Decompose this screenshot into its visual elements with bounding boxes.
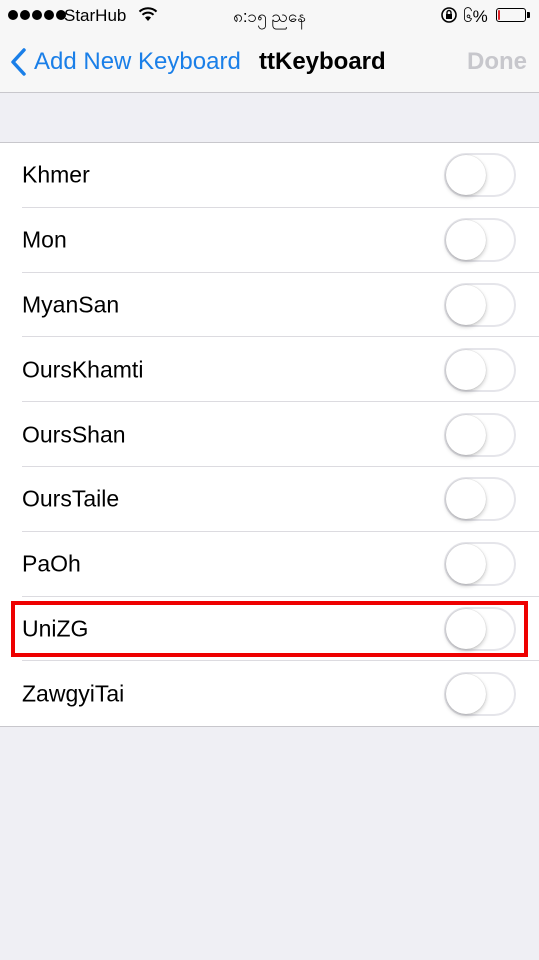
toggle-knob bbox=[446, 414, 486, 455]
keyboard-label: OursKhamti bbox=[22, 356, 144, 383]
keyboard-row-unizg: UniZG bbox=[0, 597, 539, 662]
battery-percent: ၆% bbox=[463, 7, 488, 26]
keyboard-label: ZawgyiTai bbox=[22, 680, 125, 707]
toggle-knob bbox=[446, 284, 486, 325]
keyboard-toggle[interactable] bbox=[444, 477, 516, 522]
keyboard-row-khmer: Khmer bbox=[0, 143, 539, 208]
toggle-knob bbox=[446, 349, 486, 390]
keyboard-label: PaOh bbox=[22, 550, 81, 577]
keyboard-toggle[interactable] bbox=[444, 671, 516, 716]
battery-level-fill bbox=[498, 10, 500, 20]
keyboard-row-paoh: PaOh bbox=[0, 532, 539, 597]
orientation-lock-icon bbox=[441, 7, 457, 23]
battery-icon bbox=[496, 8, 526, 22]
status-time: ၈:၁၅ ညနေ bbox=[233, 7, 306, 26]
keyboard-list: Khmer Mon MyanSan OursKhamti OursShan OursTai… bbox=[0, 142, 539, 728]
status-bar: StarHub ၈:၁၅ ညနေ ၆% bbox=[0, 0, 539, 32]
keyboard-toggle[interactable] bbox=[444, 347, 516, 392]
keyboard-row-ourstaile: OursTaile bbox=[0, 467, 539, 532]
keyboard-toggle[interactable] bbox=[444, 606, 516, 651]
keyboard-label: MyanSan bbox=[22, 291, 120, 318]
keyboard-toggle[interactable] bbox=[444, 542, 516, 587]
toggle-knob bbox=[446, 673, 486, 714]
keyboard-row-ourskhamti: OursKhamti bbox=[0, 337, 539, 402]
keyboard-label: OursTaile bbox=[22, 485, 120, 512]
keyboard-toggle[interactable] bbox=[444, 153, 516, 198]
keyboard-label: UniZG bbox=[22, 615, 89, 642]
keyboard-label: OursShan bbox=[22, 421, 126, 448]
toggle-knob bbox=[446, 155, 486, 196]
toggle-knob bbox=[446, 608, 486, 649]
keyboard-row-myansan: MyanSan bbox=[0, 273, 539, 338]
keyboard-row-zawgyitai: ZawgyiTai bbox=[0, 661, 539, 726]
toggle-knob bbox=[446, 544, 486, 585]
page-title: ttKeyboard bbox=[259, 48, 386, 75]
keyboard-row-mon: Mon bbox=[0, 208, 539, 273]
battery-nub bbox=[527, 12, 530, 18]
back-button[interactable]: Add New Keyboard bbox=[10, 42, 241, 82]
back-label: Add New Keyboard bbox=[34, 48, 241, 75]
navigation-bar: Add New Keyboard ttKeyboard Done bbox=[0, 32, 539, 93]
keyboard-row-oursshan: OursShan bbox=[0, 402, 539, 467]
keyboard-toggle[interactable] bbox=[444, 218, 516, 263]
keyboard-label: Mon bbox=[22, 226, 67, 253]
keyboard-toggle[interactable] bbox=[444, 282, 516, 327]
toggle-knob bbox=[446, 220, 486, 261]
keyboard-toggle[interactable] bbox=[444, 412, 516, 457]
done-button[interactable]: Done bbox=[467, 48, 527, 76]
keyboard-label: Khmer bbox=[22, 161, 90, 188]
chevron-left-icon bbox=[11, 48, 26, 76]
toggle-knob bbox=[446, 479, 486, 520]
